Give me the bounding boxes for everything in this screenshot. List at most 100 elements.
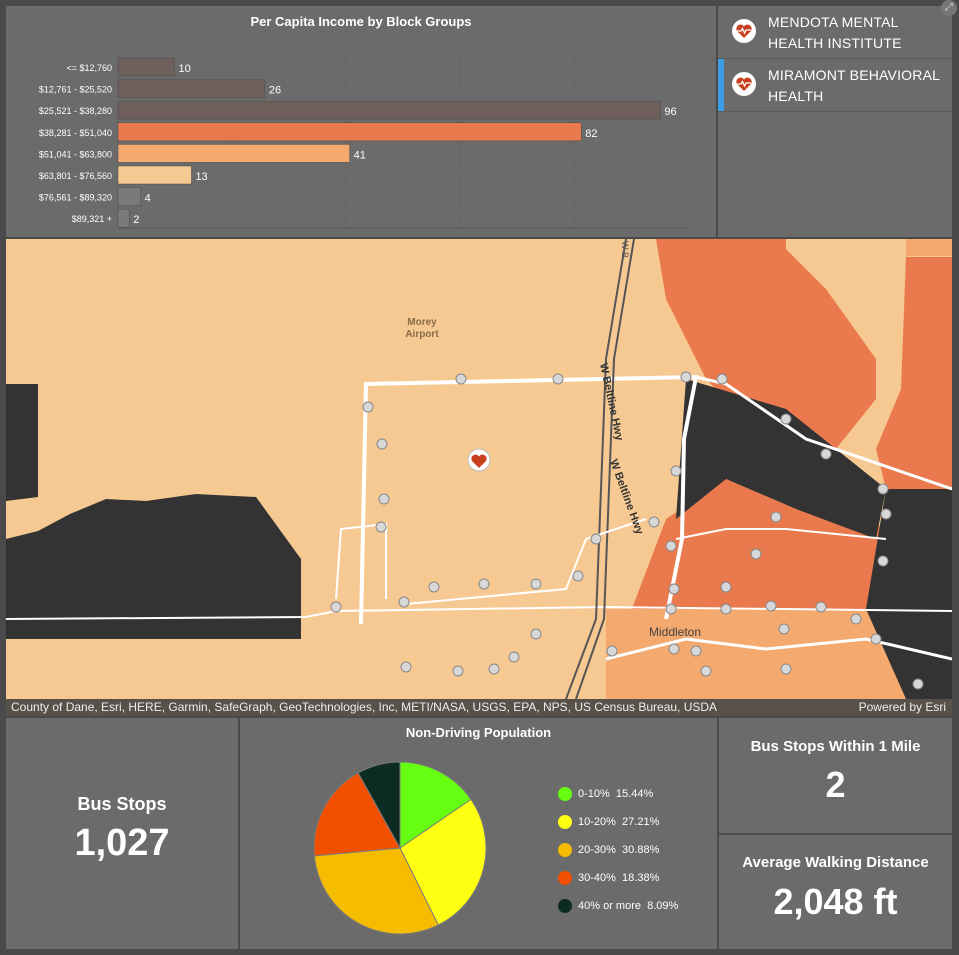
bus-stop-icon[interactable] — [428, 581, 440, 593]
bus-stop-icon[interactable] — [376, 438, 388, 450]
bar-value-label: 4 — [145, 193, 151, 205]
bus-stop-icon[interactable] — [720, 603, 732, 615]
walking-distance-indicator: Average Walking Distance 2,048 ft — [719, 835, 952, 949]
bus-stop-icon[interactable] — [530, 578, 542, 590]
legend-label: 40% or more — [578, 900, 641, 912]
heart-pulse-icon[interactable] — [467, 448, 491, 472]
bus-stop-icon[interactable] — [877, 483, 889, 495]
bus-stop-icon[interactable] — [850, 613, 862, 625]
bus-stop-icon[interactable] — [488, 663, 500, 675]
bar — [117, 165, 192, 185]
legend-value: 27.21% — [622, 816, 660, 828]
category-label: $25,521 - $38,280 — [39, 106, 112, 116]
legend-swatch — [558, 815, 572, 829]
bus-stops-indicator: Bus Stops 1,027 — [6, 718, 238, 949]
bus-stop-icon[interactable] — [780, 663, 792, 675]
facility-list-panel: MENDOTA MENTAL HEALTH INSTITUTE MIRAMONT … — [718, 6, 952, 237]
heart-pulse-icon — [732, 72, 756, 96]
bus-stops-title: Bus Stops — [77, 794, 167, 814]
bus-stop-icon[interactable] — [375, 521, 387, 533]
bar — [117, 100, 661, 120]
bus-stop-icon[interactable] — [690, 645, 702, 657]
legend-label: 30-40% — [578, 872, 616, 884]
bar-value-label: 82 — [585, 128, 597, 140]
bus-stop-icon[interactable] — [765, 600, 777, 612]
within-mile-title: Bus Stops Within 1 Mile — [750, 738, 921, 755]
bus-stop-icon[interactable] — [478, 578, 490, 590]
bus-stop-icon[interactable] — [750, 548, 762, 560]
bus-stop-icon[interactable] — [880, 508, 892, 520]
legend-swatch — [558, 899, 572, 913]
map-label-airport: Airport — [405, 329, 439, 340]
map-label-airport: Morey — [407, 317, 437, 328]
facility-name-line1: MIRAMONT BEHAVIORAL — [768, 67, 941, 83]
bus-stop-icon[interactable] — [820, 448, 832, 460]
bus-stop-icon[interactable] — [452, 665, 464, 677]
bar-value-label: 13 — [195, 171, 207, 183]
bus-stop-icon[interactable] — [668, 583, 680, 595]
facility-item-miramont[interactable]: MIRAMONT BEHAVIORAL HEALTH — [718, 59, 952, 112]
bus-stop-icon[interactable] — [665, 540, 677, 552]
map-view[interactable]: Morey Airport W Beltline Hwy W Beltline … — [6, 239, 952, 716]
facility-name-line2: HEALTH — [768, 88, 824, 104]
bus-stop-icon[interactable] — [877, 555, 889, 567]
bus-stop-icon[interactable] — [870, 633, 882, 645]
bar-value-label: 10 — [179, 63, 191, 75]
category-label: $63,801 - $76,560 — [39, 171, 112, 181]
block-group-medium — [906, 239, 952, 256]
facility-item-mendota[interactable]: MENDOTA MENTAL HEALTH INSTITUTE — [718, 6, 952, 59]
bus-stop-icon[interactable] — [780, 413, 792, 425]
bus-stop-icon[interactable] — [670, 465, 682, 477]
attribution-text: County of Dane, Esri, HERE, Garmin, Safe… — [11, 700, 718, 714]
bar — [117, 187, 141, 206]
heart-pulse-icon — [732, 19, 756, 43]
bus-stop-icon[interactable] — [680, 371, 692, 383]
within-mile-value: 2 — [825, 764, 846, 805]
bar-value-label: 96 — [664, 106, 676, 118]
bus-stop-icon[interactable] — [572, 570, 584, 582]
powered-by-link[interactable]: Powered by Esri — [859, 699, 946, 716]
walking-distance-title: Average Walking Distance — [742, 854, 929, 871]
bus-stop-icon[interactable] — [648, 516, 660, 528]
bus-stop-icon[interactable] — [668, 643, 680, 655]
bus-stop-icon[interactable] — [700, 665, 712, 677]
map-canvas[interactable]: Morey Airport W Beltline Hwy W Beltline … — [6, 239, 952, 716]
bus-stop-icon[interactable] — [720, 581, 732, 593]
non-driving-pie-panel: Non-Driving Population 0-10% 15.44% 10-2… — [240, 718, 717, 949]
bus-stop-icon[interactable] — [508, 651, 520, 663]
bus-stop-icon[interactable] — [400, 661, 412, 673]
bus-stop-icon[interactable] — [590, 533, 602, 545]
legend-value: 8.09% — [647, 900, 679, 912]
category-label: $76,561 - $89,320 — [39, 193, 112, 203]
legend-label: 0-10% — [578, 788, 610, 800]
bus-stop-icon[interactable] — [362, 401, 374, 413]
bus-stop-icon[interactable] — [530, 628, 542, 640]
bus-stop-icon[interactable] — [330, 601, 342, 613]
bus-stop-icon[interactable] — [665, 603, 677, 615]
legend-swatch — [558, 871, 572, 885]
bus-stop-icon[interactable] — [378, 493, 390, 505]
bar-value-label: 26 — [269, 85, 281, 97]
bus-stop-icon[interactable] — [912, 678, 924, 690]
bar-value-label: 2 — [133, 214, 139, 226]
bus-stop-icon[interactable] — [552, 373, 564, 385]
bus-stop-icon[interactable] — [716, 373, 728, 385]
category-label: $89,321 + — [72, 214, 112, 224]
bus-stop-icon[interactable] — [770, 511, 782, 523]
income-bar-chart-panel: Per Capita Income by Block Groups <= $12… — [6, 6, 716, 237]
expand-icon[interactable]: ⤢ — [941, 0, 957, 16]
bus-stop-icon[interactable] — [815, 601, 827, 613]
bar-value-label: 41 — [354, 149, 366, 161]
selection-indicator — [718, 59, 724, 111]
map-attribution: County of Dane, Esri, HERE, Garmin, Safe… — [6, 699, 952, 716]
bus-stops-value: 1,027 — [74, 822, 170, 864]
bus-stop-icon[interactable] — [398, 596, 410, 608]
bus-stop-icon[interactable] — [606, 645, 618, 657]
walking-distance-value: 2,048 ft — [773, 881, 898, 922]
income-bar-chart: <= $12,760 10 $12,761 - $25,520 26 $25,521 -… — [39, 56, 689, 229]
bus-stop-icon[interactable] — [455, 373, 467, 385]
bus-stop-icon[interactable] — [778, 623, 790, 635]
category-label: $12,761 - $25,520 — [39, 85, 112, 95]
category-label: <= $12,760 — [66, 63, 112, 73]
category-label: $51,041 - $63,800 — [39, 149, 112, 159]
